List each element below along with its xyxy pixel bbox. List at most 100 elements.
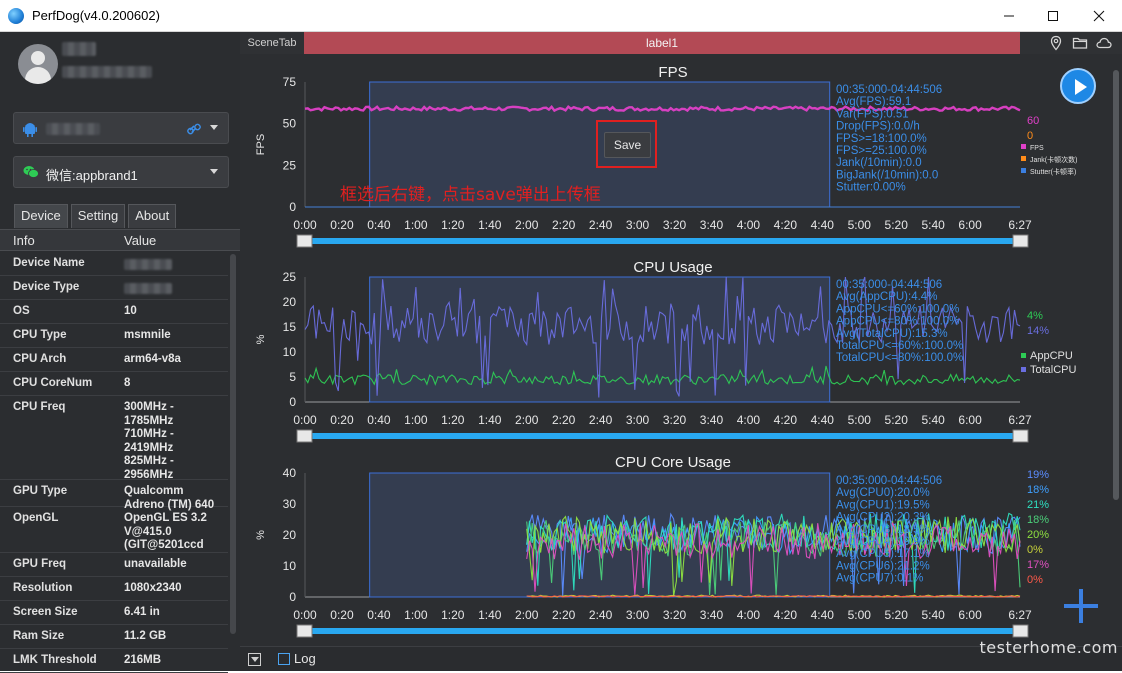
x-tick-label: 1:00 <box>404 218 428 232</box>
time-range-slider <box>305 238 1020 244</box>
info-value: 216MB <box>124 654 162 666</box>
x-tick-label: 5:00 <box>848 608 872 622</box>
current-value: 14% <box>1027 325 1049 337</box>
stat-line: Avg(AppCPU):4.4% <box>836 291 937 303</box>
x-tick-label: 5:40 <box>921 608 945 622</box>
scene-bar: SceneTab label1 <box>240 32 1122 54</box>
scene-tab[interactable]: SceneTab <box>240 32 304 54</box>
avatar[interactable] <box>18 44 58 84</box>
y-tick-label: 20 <box>283 528 297 542</box>
stat-line: AppCPU<=60%:100.0% <box>836 303 959 315</box>
x-tick-label: 1:00 <box>404 413 428 427</box>
x-tick-label: 0:20 <box>330 413 354 427</box>
info-value: unavailable <box>124 558 187 570</box>
folder-icon[interactable] <box>1072 35 1088 51</box>
info-key: CPU CoreNum <box>13 377 93 389</box>
play-button[interactable] <box>1060 68 1096 104</box>
info-row: Ram Size 11.2 GB <box>0 625 228 649</box>
x-tick-label: 1:20 <box>441 413 465 427</box>
y-tick-label: 25 <box>283 270 297 284</box>
x-tick-label: 6:00 <box>958 413 982 427</box>
info-row: CPU CoreNum 8 <box>0 372 228 396</box>
log-checkbox[interactable] <box>278 653 290 665</box>
tab-about[interactable]: About <box>128 204 177 228</box>
info-key: Resolution <box>13 582 73 594</box>
info-row: Screen Size 6.41 in <box>0 601 228 625</box>
scene-label[interactable]: label1 <box>304 32 1020 54</box>
chevron-down-icon <box>210 125 218 130</box>
slider-handle-right <box>1012 429 1029 443</box>
info-column-header: Info <box>13 233 35 248</box>
close-button[interactable] <box>1076 0 1122 32</box>
y-tick-label: 0 <box>289 395 296 409</box>
x-tick-label: 4:00 <box>737 218 761 232</box>
y-tick-label: 50 <box>283 117 297 131</box>
stat-line: Var(FPS):0.51 <box>836 108 909 120</box>
link-icon <box>187 123 201 135</box>
minimize-button[interactable] <box>986 0 1032 32</box>
log-dropdown-button[interactable] <box>248 653 261 666</box>
legend-label: FPS <box>1030 145 1044 152</box>
info-key: OpenGL <box>13 512 59 524</box>
stat-line: Avg(CPU2):20.3% <box>836 512 930 524</box>
x-tick-label: 3:00 <box>626 608 650 622</box>
stat-line: Avg(CPU5):17.1% <box>836 548 930 560</box>
x-tick-label: 6:27 <box>1008 218 1032 232</box>
stat-line: 00:35:000-04:44:506 <box>836 279 942 291</box>
x-tick-label: 5:20 <box>885 218 909 232</box>
y-tick-label: 40 <box>283 466 297 480</box>
add-chart-button[interactable] <box>1064 589 1098 623</box>
location-icon[interactable] <box>1048 35 1064 51</box>
y-axis-label: % <box>255 334 267 344</box>
app-select[interactable]: 微信:appbrand1 <box>13 156 229 188</box>
y-tick-label: 75 <box>283 75 297 89</box>
x-tick-label: 5:00 <box>848 218 872 232</box>
x-tick-label: 0:40 <box>367 218 391 232</box>
charts-canvas[interactable]: FPSFPS75502500:00 0:20 0:40 1:00 1:20 1:40 2:0… <box>240 54 1108 646</box>
x-tick-label: 0:00 <box>293 608 317 622</box>
info-row: GPU Freq unavailable <box>0 553 228 577</box>
info-key: LMK Threshold <box>13 654 97 666</box>
legend-label: TotalCPU <box>1030 364 1077 376</box>
tab-setting[interactable]: Setting <box>70 204 126 228</box>
stat-line: Avg(CPU1):19.5% <box>836 499 930 511</box>
stat-line: Avg(CPU6):21.2% <box>836 560 930 572</box>
x-tick-label: 0:00 <box>293 413 317 427</box>
scene-toolbar <box>1048 35 1112 51</box>
y-tick-label: 0 <box>289 200 296 214</box>
info-key: Device Name <box>13 257 85 269</box>
x-tick-label: 1:20 <box>441 218 465 232</box>
x-tick-label: 6:27 <box>1008 608 1032 622</box>
device-select[interactable] <box>13 112 229 144</box>
x-tick-label: 3:40 <box>700 218 724 232</box>
info-table-header: Info Value <box>0 229 240 251</box>
current-value: 60 <box>1027 115 1039 127</box>
info-value: 300MHz - 1785MHz 710MHz - 2419MHz 825MHz… <box>124 401 174 481</box>
chart-scrollbar[interactable] <box>1112 58 1120 640</box>
slider-handle-right <box>1012 624 1029 638</box>
blurred-value <box>124 259 172 270</box>
time-range-slider <box>305 433 1020 439</box>
value-column-header: Value <box>124 233 157 248</box>
x-tick-label: 3:40 <box>700 608 724 622</box>
y-tick-label: 15 <box>283 320 297 334</box>
sidebar-scrollbar[interactable] <box>230 254 236 634</box>
x-tick-label: 4:00 <box>737 608 761 622</box>
x-tick-label: 1:40 <box>478 608 502 622</box>
save-button[interactable]: Save <box>604 132 651 158</box>
current-value: 0% <box>1027 544 1043 556</box>
info-row: CPU Arch arm64-v8a <box>0 348 228 372</box>
cloud-icon[interactable] <box>1096 35 1112 51</box>
maximize-button[interactable] <box>1030 0 1076 32</box>
tab-device[interactable]: Device <box>14 204 68 228</box>
slider-handle-left <box>296 234 313 248</box>
info-value: 6.41 in <box>124 606 160 618</box>
stat-line: Avg(CPU0):20.0% <box>836 487 930 499</box>
sidebar: 微信:appbrand1 Device Setting About Info V… <box>0 32 240 673</box>
y-tick-label: 30 <box>283 497 297 511</box>
current-value: 20% <box>1027 529 1049 541</box>
stat-line: 00:35:000-04:44:506 <box>836 84 942 96</box>
x-tick-label: 0:20 <box>330 608 354 622</box>
x-tick-label: 6:00 <box>958 218 982 232</box>
x-tick-label: 3:00 <box>626 413 650 427</box>
